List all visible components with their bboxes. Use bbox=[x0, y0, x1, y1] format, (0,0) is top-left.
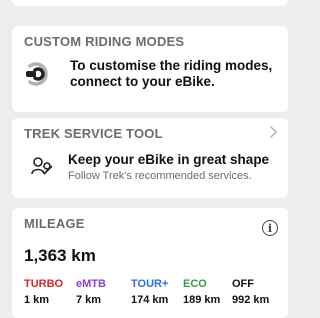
trek-service-tool-card[interactable]: TREK SERVICE TOOL Keep your eBike in gre… bbox=[12, 118, 288, 198]
mode-km: 174 km bbox=[131, 294, 169, 306]
total-mileage: 1,363 km bbox=[24, 246, 96, 265]
mode-km: 992 km bbox=[232, 294, 270, 306]
mode-name: TOUR+ bbox=[131, 278, 169, 290]
mode-off: OFF 992 km bbox=[232, 278, 269, 306]
mode-eco: ECO 189 km bbox=[183, 278, 220, 306]
mode-name: ECO bbox=[183, 278, 207, 290]
mode-name: eMTB bbox=[76, 278, 106, 290]
mode-km: 189 km bbox=[183, 294, 221, 306]
service-headline: Keep your eBike in great shape bbox=[68, 152, 270, 167]
connection-icon bbox=[26, 62, 48, 86]
section-title: CUSTOM RIDING MODES bbox=[24, 34, 185, 49]
chevron-right-icon[interactable] bbox=[268, 126, 278, 138]
section-title: TREK SERVICE TOOL bbox=[24, 126, 163, 141]
mode-breakdown: TURBO 1 km eMTB 7 km TOUR+ 174 km ECO 18… bbox=[24, 278, 284, 308]
mode-tour-plus: TOUR+ 174 km bbox=[131, 278, 168, 306]
mode-emtb: eMTB 7 km bbox=[76, 278, 106, 306]
mode-km: 7 km bbox=[76, 294, 102, 306]
service-people-icon bbox=[31, 157, 53, 175]
info-icon[interactable]: i bbox=[262, 220, 278, 236]
service-subtext: Follow Trek's recommended services. bbox=[68, 170, 252, 182]
previous-card bbox=[12, 0, 288, 6]
mode-turbo: TURBO 1 km bbox=[24, 278, 63, 306]
mode-name: TURBO bbox=[24, 278, 64, 290]
section-title: MILEAGE bbox=[24, 216, 85, 231]
connect-message: To customise the riding modes, connect t… bbox=[70, 58, 273, 89]
mileage-card: MILEAGE i 1,363 km TURBO 1 km eMTB 7 km … bbox=[12, 208, 288, 318]
mode-name: OFF bbox=[232, 278, 254, 290]
custom-riding-modes-card: CUSTOM RIDING MODES To customise the rid… bbox=[12, 26, 288, 112]
mode-km: 1 km bbox=[24, 294, 50, 306]
